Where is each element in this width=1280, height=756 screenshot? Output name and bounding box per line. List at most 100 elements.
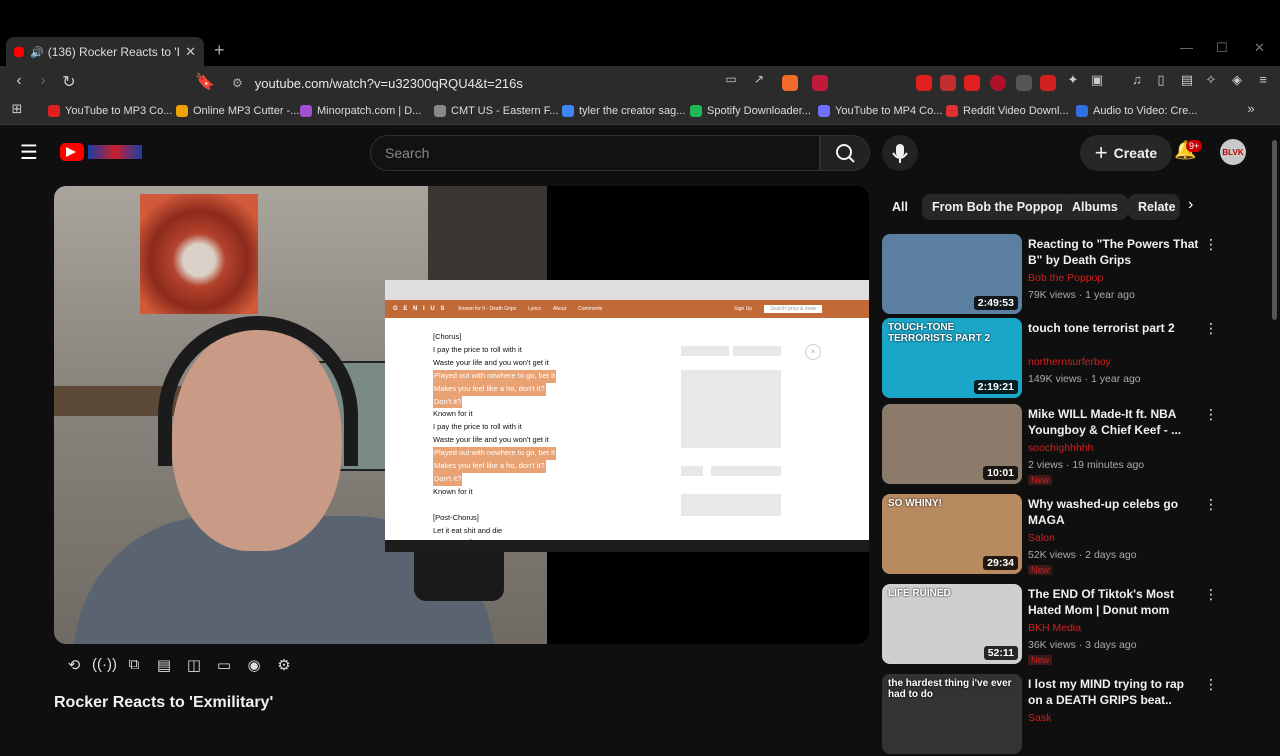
bookmark-item[interactable]: tyler the creator sag... <box>562 105 685 117</box>
video-thumbnail[interactable]: TOUCH-TONE TERRORISTS PART 2 2:19:21 <box>882 318 1022 398</box>
extension-play-icon[interactable] <box>964 75 980 91</box>
avatar[interactable]: BLVK <box>1220 139 1246 165</box>
filter-chip[interactable]: All <box>882 194 918 220</box>
search-button[interactable] <box>820 135 870 171</box>
lyric-line: Waste your life and you won't get it <box>433 434 556 447</box>
reload-icon[interactable]: ↻ <box>58 72 80 92</box>
back-icon[interactable]: ‹ <box>8 72 30 90</box>
ambient-icon[interactable]: ((·)) <box>92 656 117 673</box>
more-options-icon[interactable]: ⋮ <box>1204 236 1218 253</box>
channel-name[interactable]: BKH Media <box>1028 622 1081 634</box>
ai-icon[interactable]: ✧ <box>1200 72 1222 88</box>
more-options-icon[interactable]: ⋮ <box>1204 676 1218 693</box>
extension-pen-icon[interactable] <box>1040 75 1056 91</box>
recommendation-title[interactable]: The END Of Tiktok's Most Hated Mom | Don… <box>1028 586 1200 618</box>
bookmark-item[interactable]: Reddit Video Downl... <box>946 105 1069 117</box>
screenshot-camera-icon[interactable]: ◉ <box>242 656 266 674</box>
share-icon[interactable]: ↗ <box>748 72 770 86</box>
vpn-icon[interactable]: ◈ <box>1226 72 1248 88</box>
recommendation-title[interactable]: Why washed-up celebs go MAGA <box>1028 496 1200 528</box>
recommendation-title[interactable]: Mike WILL Made-It ft. NBA Youngboy & Chi… <box>1028 406 1200 438</box>
browser-tab[interactable]: 🔊 (136) Rocker Reacts to 'Exmilit ✕ <box>6 37 204 67</box>
recommendation-item[interactable]: 10:01 Mike WILL Made-It ft. NBA Youngboy … <box>882 404 1222 486</box>
screenshot-icon[interactable]: ▣ <box>1086 72 1108 88</box>
filter-chip[interactable]: Relate <box>1128 194 1180 220</box>
loop-icon[interactable]: ⟲ <box>62 656 86 674</box>
bookmark-icon[interactable]: 🔖 <box>194 72 216 92</box>
extension-red-icon[interactable] <box>940 75 956 91</box>
speaker-icon[interactable]: 🔊 <box>30 46 44 59</box>
recommendation-item[interactable]: TOUCH-TONE TERRORISTS PART 2 2:19:21 touch… <box>882 318 1222 400</box>
screen-share-icon[interactable]: ⧉ <box>122 656 146 673</box>
theater-icon[interactable]: ▭ <box>212 656 236 674</box>
video-player[interactable]: G E N I U S Known for It - Death Grips L… <box>54 186 869 644</box>
recommendation-item[interactable]: the hardest thing i've ever had to do I l… <box>882 674 1222 756</box>
more-options-icon[interactable]: ⋮ <box>1204 586 1218 603</box>
rewards-icon[interactable] <box>812 75 828 91</box>
minimize-icon[interactable]: — <box>1180 40 1193 55</box>
bookmark-item[interactable]: Audio to Video: Cre... <box>1076 105 1197 117</box>
bookmark-item[interactable]: YouTube to MP4 Co... <box>818 105 942 117</box>
channel-name[interactable]: Salon <box>1028 532 1055 544</box>
create-button[interactable]: + Create <box>1080 135 1172 171</box>
bookmark-item[interactable]: Online MP3 Cutter -... <box>176 105 299 117</box>
site-info-icon[interactable]: ⚙ <box>232 76 243 90</box>
video-thumbnail[interactable]: LIFE RUINED 52:11 <box>882 584 1022 664</box>
recommendation-item[interactable]: 2:49:53 Reacting to "The Powers That B" b… <box>882 234 1222 316</box>
new-tab-button[interactable]: + <box>214 40 225 61</box>
channel-name[interactable]: Sask <box>1028 712 1051 724</box>
video-thumbnail[interactable]: 2:49:53 <box>882 234 1022 314</box>
scrollbar[interactable] <box>1272 140 1277 320</box>
video-thumbnail[interactable]: the hardest thing i've ever had to do <box>882 674 1022 754</box>
voice-search-button[interactable] <box>882 135 918 171</box>
bookmark-item[interactable]: Spotify Downloader... <box>690 105 811 117</box>
channel-name[interactable]: Bob the Poppop <box>1028 272 1103 284</box>
extensions-puzzle-icon[interactable]: ✦ <box>1062 72 1084 88</box>
recommendation-title[interactable]: touch tone terrorist part 2 <box>1028 320 1200 336</box>
brave-shield-icon[interactable] <box>782 75 798 91</box>
maximize-icon[interactable]: ☐ <box>1216 40 1228 56</box>
close-window-icon[interactable]: ✕ <box>1254 40 1265 56</box>
filter-chip[interactable]: Albums <box>1062 194 1128 220</box>
bookmark-item[interactable]: Minorpatch.com | D... <box>300 105 421 117</box>
lyric-text: I pay the price to roll with it <box>433 344 522 354</box>
recommendation-item[interactable]: LIFE RUINED 52:11 The END Of Tiktok's Most… <box>882 584 1222 666</box>
close-tab-icon[interactable]: ✕ <box>185 44 196 60</box>
bookmark-label: Minorpatch.com | D... <box>317 105 422 117</box>
url-text: youtube.com/watch?v=u32300qRQU4&t=216s <box>254 75 523 91</box>
recommendation-item[interactable]: SO WHINY! 29:34 Why washed-up celebs go MA… <box>882 494 1222 576</box>
forward-icon[interactable]: › <box>32 72 54 90</box>
lyric-line: Don't it? <box>433 472 556 486</box>
doodle-logo-icon[interactable] <box>88 145 142 159</box>
address-bar[interactable]: ⚙ youtube.com/watch?v=u32300qRQU4&t=216s <box>220 70 838 96</box>
more-options-icon[interactable]: ⋮ <box>1204 320 1218 337</box>
video-thumbnail[interactable]: 10:01 <box>882 404 1022 484</box>
chevron-right-icon[interactable]: › <box>1188 196 1193 214</box>
search-input[interactable]: Search <box>370 135 820 171</box>
sidebar-icon[interactable]: ▯ <box>1150 72 1172 88</box>
subtitles-icon[interactable]: ▤ <box>152 656 176 674</box>
channel-name[interactable]: soochighhhhh <box>1028 442 1093 454</box>
recommendation-title[interactable]: I lost my MIND trying to rap on a DEATH … <box>1028 676 1200 708</box>
menu-icon[interactable]: ≡ <box>1252 72 1274 87</box>
cast-icon[interactable]: ▭ <box>720 72 742 86</box>
wallet-icon[interactable]: ▤ <box>1176 72 1198 88</box>
video-thumbnail[interactable]: SO WHINY! 29:34 <box>882 494 1022 574</box>
settings-gear-icon[interactable]: ⚙ <box>272 656 296 674</box>
bookmark-item[interactable]: YouTube to MP3 Co... <box>48 105 172 117</box>
more-options-icon[interactable]: ⋮ <box>1204 496 1218 513</box>
extension-youtube-icon[interactable] <box>916 75 932 91</box>
bookmark-label: Online MP3 Cutter -... <box>193 105 300 117</box>
recommendation-title[interactable]: Reacting to "The Powers That B" by Death… <box>1028 236 1200 268</box>
more-options-icon[interactable]: ⋮ <box>1204 406 1218 423</box>
filter-chip[interactable]: From Bob the Poppop <box>922 194 1074 220</box>
apps-grid-icon[interactable]: ⊞ <box>6 101 28 117</box>
more-bookmarks-icon[interactable]: » <box>1240 101 1262 116</box>
media-icon[interactable]: ♫ <box>1126 72 1148 87</box>
extension-u-icon[interactable] <box>990 75 1006 91</box>
hamburger-menu-icon[interactable]: ☰ <box>20 140 38 165</box>
extension-diamond-icon[interactable] <box>1016 75 1032 91</box>
miniplayer-icon[interactable]: ◫ <box>182 656 206 674</box>
channel-name[interactable]: northernsurferboy <box>1028 356 1111 368</box>
bookmark-item[interactable]: CMT US - Eastern F... <box>434 105 558 117</box>
